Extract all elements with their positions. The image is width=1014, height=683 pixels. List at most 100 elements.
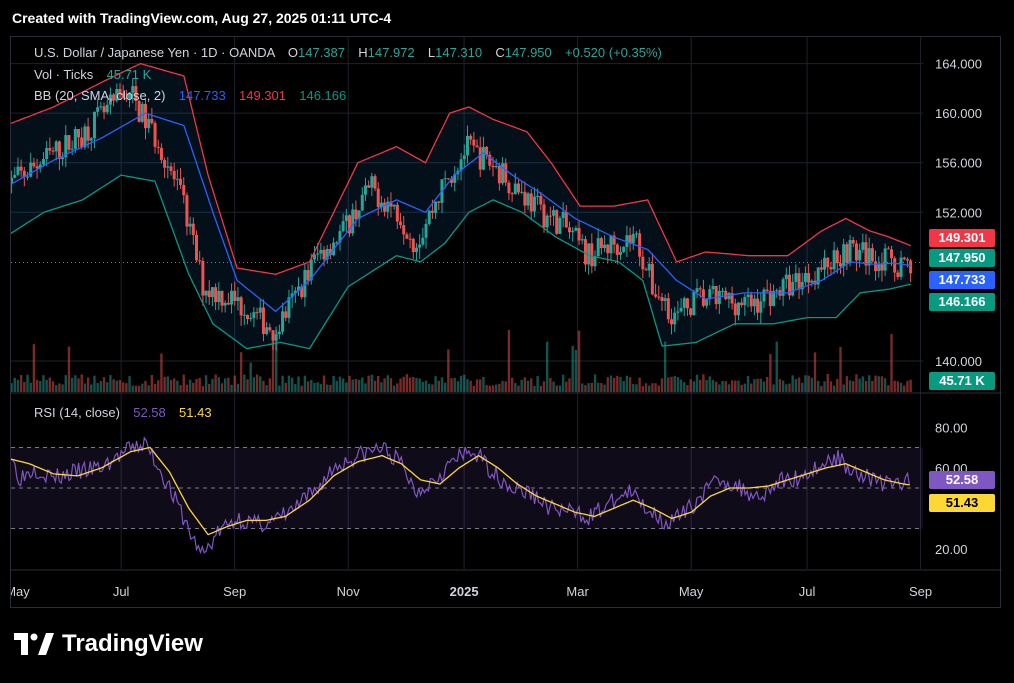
- volume-bar[interactable]: [287, 375, 291, 392]
- volume-bar[interactable]: [163, 376, 166, 392]
- volume-bar[interactable]: [593, 374, 597, 392]
- volume-bar[interactable]: [32, 344, 36, 392]
- candle-body[interactable]: [421, 237, 425, 245]
- volume-bar[interactable]: [77, 378, 80, 392]
- candle-body[interactable]: [48, 147, 52, 151]
- candle-body[interactable]: [497, 165, 501, 184]
- volume-bar[interactable]: [877, 376, 880, 392]
- volume-bar[interactable]: [319, 384, 323, 392]
- volume-bar[interactable]: [377, 375, 380, 392]
- volume-bar[interactable]: [354, 379, 358, 392]
- candle-body[interactable]: [689, 308, 693, 316]
- volume-bar[interactable]: [42, 375, 45, 392]
- bb-label[interactable]: BB (20, SMA, close, 2): [34, 88, 166, 103]
- volume-bar[interactable]: [785, 384, 788, 392]
- candle-body[interactable]: [641, 256, 645, 270]
- volume-bar[interactable]: [268, 378, 272, 392]
- candle-body[interactable]: [819, 267, 823, 270]
- candle-body[interactable]: [475, 145, 479, 148]
- volume-bar[interactable]: [727, 384, 731, 392]
- volume-bar[interactable]: [48, 377, 52, 392]
- volume-bar[interactable]: [459, 375, 463, 392]
- volume-bar[interactable]: [367, 375, 370, 392]
- volume-bar[interactable]: [890, 333, 893, 392]
- volume-bar[interactable]: [469, 380, 472, 392]
- candle-body[interactable]: [32, 162, 36, 167]
- volume-bar[interactable]: [90, 384, 93, 392]
- candle-body[interactable]: [810, 280, 814, 283]
- volume-bar[interactable]: [765, 376, 769, 392]
- volume-bar[interactable]: [533, 385, 536, 392]
- volume-bar[interactable]: [243, 374, 246, 392]
- candle-body[interactable]: [520, 191, 524, 193]
- volume-bar[interactable]: [431, 384, 434, 392]
- volume-label[interactable]: Vol · Ticks: [34, 67, 93, 82]
- candle-body[interactable]: [465, 135, 469, 156]
- volume-bar[interactable]: [845, 376, 849, 392]
- volume-bar[interactable]: [144, 380, 147, 392]
- volume-bar[interactable]: [389, 378, 393, 392]
- candle-body[interactable]: [523, 191, 527, 206]
- volume-bar[interactable]: [842, 384, 845, 392]
- candle-body[interactable]: [682, 298, 686, 308]
- volume-bar[interactable]: [657, 385, 660, 392]
- candle-body[interactable]: [845, 244, 849, 263]
- candle-body[interactable]: [316, 253, 320, 255]
- candle-body[interactable]: [16, 166, 20, 175]
- volume-bar[interactable]: [663, 341, 667, 392]
- volume-bar[interactable]: [574, 350, 578, 392]
- volume-bar[interactable]: [26, 374, 29, 392]
- volume-bar[interactable]: [201, 385, 205, 392]
- candle-body[interactable]: [794, 273, 798, 282]
- volume-bar[interactable]: [734, 380, 737, 392]
- volume-bar[interactable]: [568, 378, 571, 392]
- volume-bar[interactable]: [424, 380, 428, 392]
- volume-bar[interactable]: [552, 381, 555, 392]
- volume-bar[interactable]: [428, 383, 431, 392]
- volume-bar[interactable]: [536, 376, 539, 392]
- candle-body[interactable]: [644, 269, 648, 271]
- volume-bar[interactable]: [96, 383, 99, 392]
- candle-body[interactable]: [26, 176, 30, 178]
- candle-body[interactable]: [223, 302, 227, 306]
- candle-body[interactable]: [376, 188, 380, 207]
- candle-body[interactable]: [258, 307, 262, 313]
- volume-bar[interactable]: [788, 383, 791, 392]
- volume-bar[interactable]: [456, 381, 460, 392]
- candle-body[interactable]: [233, 290, 237, 301]
- volume-bar[interactable]: [150, 374, 154, 392]
- candle-body[interactable]: [552, 210, 556, 216]
- volume-bar[interactable]: [335, 380, 338, 392]
- candle-body[interactable]: [854, 243, 858, 261]
- candle-body[interactable]: [462, 155, 466, 160]
- candle-body[interactable]: [242, 314, 246, 316]
- volume-bar[interactable]: [832, 385, 836, 392]
- candle-body[interactable]: [70, 148, 74, 150]
- volume-bar[interactable]: [204, 375, 208, 392]
- candle-body[interactable]: [596, 238, 600, 257]
- candle-body[interactable]: [414, 247, 418, 253]
- volume-bar[interactable]: [883, 378, 887, 392]
- candle-body[interactable]: [823, 257, 827, 270]
- candle-body[interactable]: [654, 294, 658, 297]
- candle-body[interactable]: [179, 178, 183, 185]
- candle-body[interactable]: [399, 221, 403, 226]
- volume-bar[interactable]: [160, 353, 163, 392]
- volume-bar[interactable]: [836, 378, 839, 392]
- candle-body[interactable]: [826, 257, 830, 268]
- candle-body[interactable]: [705, 299, 709, 306]
- volume-bar[interactable]: [172, 378, 176, 392]
- volume-bar[interactable]: [670, 376, 673, 392]
- candle-body[interactable]: [207, 290, 211, 298]
- volume-bar[interactable]: [306, 381, 310, 392]
- volume-bar[interactable]: [373, 380, 377, 392]
- volume-bar[interactable]: [622, 380, 625, 392]
- candle-body[interactable]: [733, 303, 737, 316]
- volume-bar[interactable]: [893, 380, 896, 392]
- volume-bar[interactable]: [112, 379, 115, 392]
- candle-body[interactable]: [249, 318, 253, 320]
- candle-body[interactable]: [140, 103, 144, 122]
- volume-bar[interactable]: [823, 381, 826, 392]
- candle-body[interactable]: [188, 223, 192, 227]
- candle-body[interactable]: [86, 126, 90, 141]
